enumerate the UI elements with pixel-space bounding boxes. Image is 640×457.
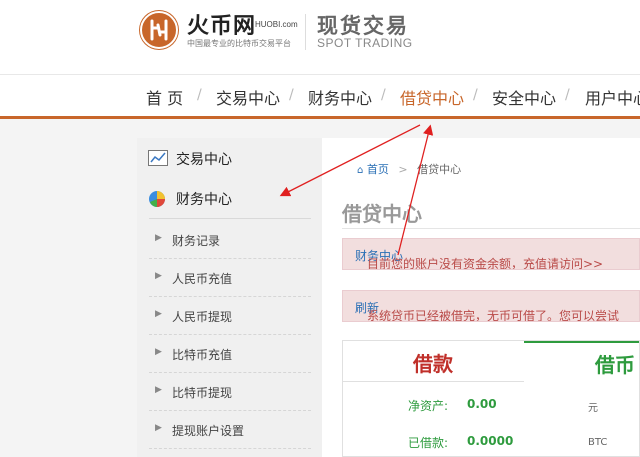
spot-trading-subtitle: SPOT TRADING [317,36,413,50]
sidebar-subitem-rmb-withdraw[interactable]: ▶ 人民币提现 [149,296,311,335]
sidebar-subitem-label: 人民币充值 [172,272,233,286]
sidebar-item-label: 财务中心 [176,192,232,208]
sidebar-subitem-btc-withdraw[interactable]: ▶ 比特币提现 [149,372,311,411]
nav-item-home[interactable]: 首 页 [146,85,183,109]
breadcrumb-separator: > [398,163,408,176]
nav-item-security[interactable]: 安全中心 [492,85,556,109]
breadcrumb-current: 借贷中心 [417,163,462,176]
net-assets-value: 0.00 [467,397,497,411]
pie-chart-icon [148,190,166,212]
caret-right-icon: ▶ [155,423,162,433]
sidebar-subitem-label: 财务记录 [172,234,221,248]
chart-icon [148,150,168,170]
breadcrumb-home-link[interactable]: 首页 [367,163,389,176]
nav-separator: / [289,87,294,103]
main-content: ⌂ 首页 > 借贷中心 借贷中心 目前您的账户没有资金余额，充值请访问>> 财务… [322,138,640,457]
home-icon: ⌂ [357,165,364,176]
title-divider [342,228,640,229]
nav-separator: / [473,87,478,103]
sidebar-divider [149,218,311,219]
alert-no-balance: 目前您的账户没有资金余额，充值请访问>> 财务中心 [342,238,640,270]
borrowed-label: 已借款: [408,436,449,450]
nav-separator: / [197,87,202,103]
brand-slogan: 中国最专业的比特币交易平台 [187,39,291,48]
sidebar: 交易中心 财务中心 ▶ 财务记录 ▶ 人民币充值 ▶ 人民币提现 ▶ 比特币充值… [137,138,322,457]
sidebar-subitem-label: 比特币充值 [172,348,233,362]
nav-item-user[interactable]: 用户中心 [585,85,640,109]
huobi-logo-icon[interactable] [139,10,179,50]
header-divider [305,14,306,50]
main-nav: 首 页 / 交易中心 / 财务中心 / 借贷中心 / 安全中心 / 用户中心 [0,74,640,117]
sidebar-item-trading[interactable]: 交易中心 [137,138,322,178]
nav-item-finance[interactable]: 财务中心 [308,85,372,109]
brand-name[interactable]: 火币网 [187,8,256,40]
tab-label: 借币 [595,353,635,377]
sidebar-subitem-btc-deposit[interactable]: ▶ 比特币充值 [149,334,311,373]
tab-label: 借款 [413,352,453,376]
net-assets-unit: 元 [588,403,598,414]
tab-borrow-coin[interactable]: 借币 [524,341,639,382]
breadcrumb: ⌂ 首页 > 借贷中心 [357,161,461,177]
sidebar-item-label: 交易中心 [176,152,232,168]
alert-text: 系统贷币已经被借完，无币可借了。您可以尝试 [367,309,620,322]
caret-right-icon: ▶ [155,347,162,357]
brand-domain: HUOBI.com [255,20,298,29]
nav-item-trading[interactable]: 交易中心 [216,85,280,109]
site-header: 火币网 HUOBI.com 中国最专业的比特币交易平台 现货交易 SPOT TR… [0,0,640,74]
sidebar-item-finance[interactable]: 财务中心 [137,178,322,218]
sidebar-subitem-records[interactable]: ▶ 财务记录 [149,220,311,259]
alert-no-coins: 系统贷币已经被借完，无币可借了。您可以尝试 刷新 [342,290,640,322]
nav-item-lending[interactable]: 借贷中心 [400,85,464,109]
sidebar-subitem-withdraw-settings[interactable]: ▶ 提现账户设置 [149,410,311,449]
alert-text: 目前您的账户没有资金余额，充值请访问>> [367,257,604,270]
tab-borrow-cash[interactable]: 借款 [343,341,524,382]
lending-panel: 借款 借币 净资产: 0.00 元 已借款: 0.0000 BTC [342,340,640,457]
borrowed-unit: BTC [588,437,608,448]
sidebar-subitem-label: 提现账户设置 [172,424,245,438]
caret-right-icon: ▶ [155,385,162,395]
caret-right-icon: ▶ [155,309,162,319]
sidebar-subitem-label: 人民币提现 [172,310,233,324]
borrowed-value: 0.0000 [467,434,514,448]
sidebar-subitem-label: 比特币提现 [172,386,233,400]
nav-separator: / [565,87,570,103]
net-assets-label: 净资产: [408,399,449,413]
nav-separator: / [381,87,386,103]
caret-right-icon: ▶ [155,271,162,281]
sidebar-subitem-rmb-deposit[interactable]: ▶ 人民币充值 [149,258,311,297]
page-title: 借贷中心 [342,202,422,226]
caret-right-icon: ▶ [155,233,162,243]
